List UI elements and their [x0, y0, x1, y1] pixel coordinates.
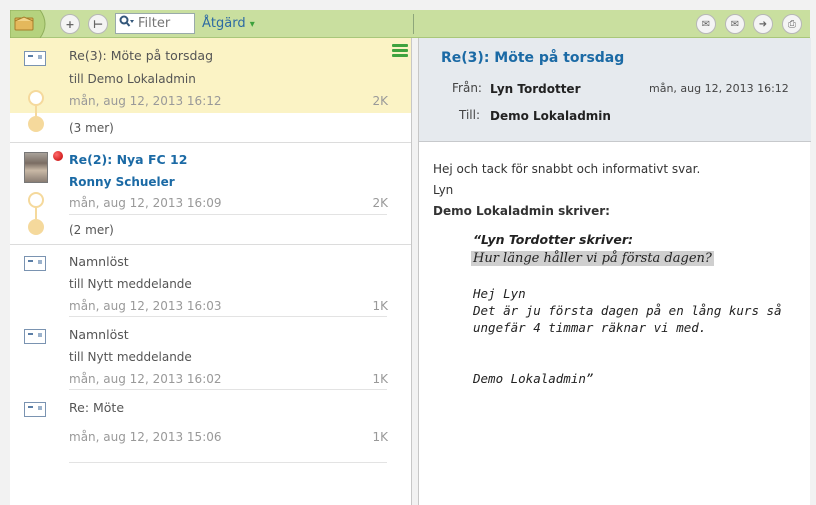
- quote-header: “Lyn Tordotter skriver:: [473, 232, 634, 247]
- body-line: Lyn: [433, 183, 454, 197]
- message-recipient: till Nytt meddelande: [69, 350, 192, 364]
- thread-node-icon: [28, 90, 44, 106]
- envelope-icon: [24, 51, 46, 66]
- message-list: Re(3): Möte på torsdag till Demo Lokalad…: [10, 38, 412, 505]
- action-label: Åtgärd: [202, 16, 246, 31]
- thread-more-link[interactable]: (2 mer): [69, 223, 114, 237]
- message-size: 1K: [372, 372, 388, 386]
- row-divider: [69, 462, 387, 463]
- message-title: Re(3): Möte på torsdag: [441, 50, 625, 66]
- message-date: mån, aug 12, 2013 15:06: [69, 430, 222, 444]
- thread-node-icon: [28, 116, 44, 132]
- row-divider: [69, 316, 387, 317]
- message-date: mån, aug 12, 2013 16:03: [69, 299, 222, 313]
- add-icon[interactable]: +: [60, 14, 80, 34]
- message-subject: Namnlöst: [69, 254, 129, 269]
- reply-all-icon[interactable]: ✉: [696, 14, 716, 34]
- message-size: 1K: [372, 299, 388, 313]
- reading-pane: Re(3): Möte på torsdag Från: Lyn Tordott…: [418, 38, 811, 505]
- message-size: 2K: [372, 196, 388, 210]
- envelope-icon: [24, 402, 46, 417]
- thread-node-icon: [28, 192, 44, 208]
- thread-node-icon: [28, 219, 44, 235]
- message-row[interactable]: Namnlöst till Nytt meddelande mån, aug 1…: [10, 318, 411, 390]
- message-recipient: till Demo Lokaladmin: [69, 72, 196, 86]
- thread-more-link[interactable]: (3 mer): [69, 121, 114, 135]
- message-row[interactable]: Namnlöst till Nytt meddelande mån, aug 1…: [10, 245, 411, 317]
- toolbar: + ⊢ Åtgärd ▾ ✉ ✉ ➜ ⎙: [9, 9, 810, 39]
- row-divider: [69, 389, 387, 390]
- tree-icon[interactable]: ⊢: [88, 14, 108, 34]
- action-menu[interactable]: Åtgärd ▾: [202, 16, 255, 31]
- envelope-icon: [24, 256, 46, 271]
- envelope-icon: [24, 329, 46, 344]
- message-row-selected[interactable]: Re(3): Möte på torsdag till Demo Lokalad…: [10, 38, 411, 113]
- from-value[interactable]: Lyn Tordotter: [490, 82, 581, 96]
- row-divider: [69, 214, 387, 215]
- quote-line: Det är ju första dagen på en lång kurs s…: [473, 303, 782, 318]
- message-date: mån, aug 12, 2013 16:02: [69, 372, 222, 386]
- to-value[interactable]: Demo Lokaladmin: [490, 109, 611, 123]
- to-label: Till:: [459, 108, 481, 122]
- body-line: Demo Lokaladmin skriver:: [433, 204, 610, 218]
- search-icon[interactable]: [119, 15, 135, 32]
- message-date: mån, aug 12, 2013 16:12: [649, 82, 789, 95]
- message-subject: Re: Möte: [69, 400, 125, 415]
- from-label: Från:: [452, 81, 482, 95]
- message-row[interactable]: Re: Möte mån, aug 12, 2013 15:06 1K: [10, 391, 411, 463]
- quote-line: Hej Lyn: [473, 286, 526, 301]
- filter-input[interactable]: [138, 16, 190, 31]
- message-recipient: till Nytt meddelande: [69, 277, 192, 291]
- thread-line: [35, 207, 37, 219]
- quote-highlight-line: Hur länge håller vi på första dagen?: [471, 250, 714, 266]
- message-size: 1K: [372, 430, 388, 444]
- filter-box[interactable]: [115, 13, 195, 34]
- quote-signature: Demo Lokaladmin”: [473, 371, 594, 386]
- message-date: mån, aug 12, 2013 16:12: [69, 94, 222, 108]
- folder-icon[interactable]: [9, 9, 52, 39]
- message-row[interactable]: Re(2): Nya FC 12 Ronny Schueler mån, aug…: [10, 142, 411, 212]
- menu-icon[interactable]: [392, 44, 408, 58]
- body-line: Hej och tack för snabbt och informativt …: [433, 162, 701, 176]
- quote-line: ungefär 4 timmar räknar vi med.: [473, 320, 707, 335]
- move-icon[interactable]: ➜: [753, 14, 773, 34]
- message-subject: Re(2): Nya FC 12: [69, 152, 188, 167]
- message-date: mån, aug 12, 2013 16:09: [69, 196, 222, 210]
- print-icon[interactable]: ⎙: [782, 14, 802, 34]
- message-size: 2K: [372, 94, 388, 108]
- forward-icon[interactable]: ✉: [725, 14, 745, 34]
- toolbar-separator: [413, 14, 414, 34]
- chevron-down-icon: ▾: [249, 19, 255, 30]
- message-subject: Namnlöst: [69, 327, 129, 342]
- message-subject: Re(3): Möte på torsdag: [69, 48, 214, 63]
- message-header: Re(3): Möte på torsdag Från: Lyn Tordott…: [419, 38, 811, 142]
- quote-highlight: Hur länge håller vi på första dagen?: [471, 251, 714, 266]
- message-sender: Ronny Schueler: [69, 175, 175, 189]
